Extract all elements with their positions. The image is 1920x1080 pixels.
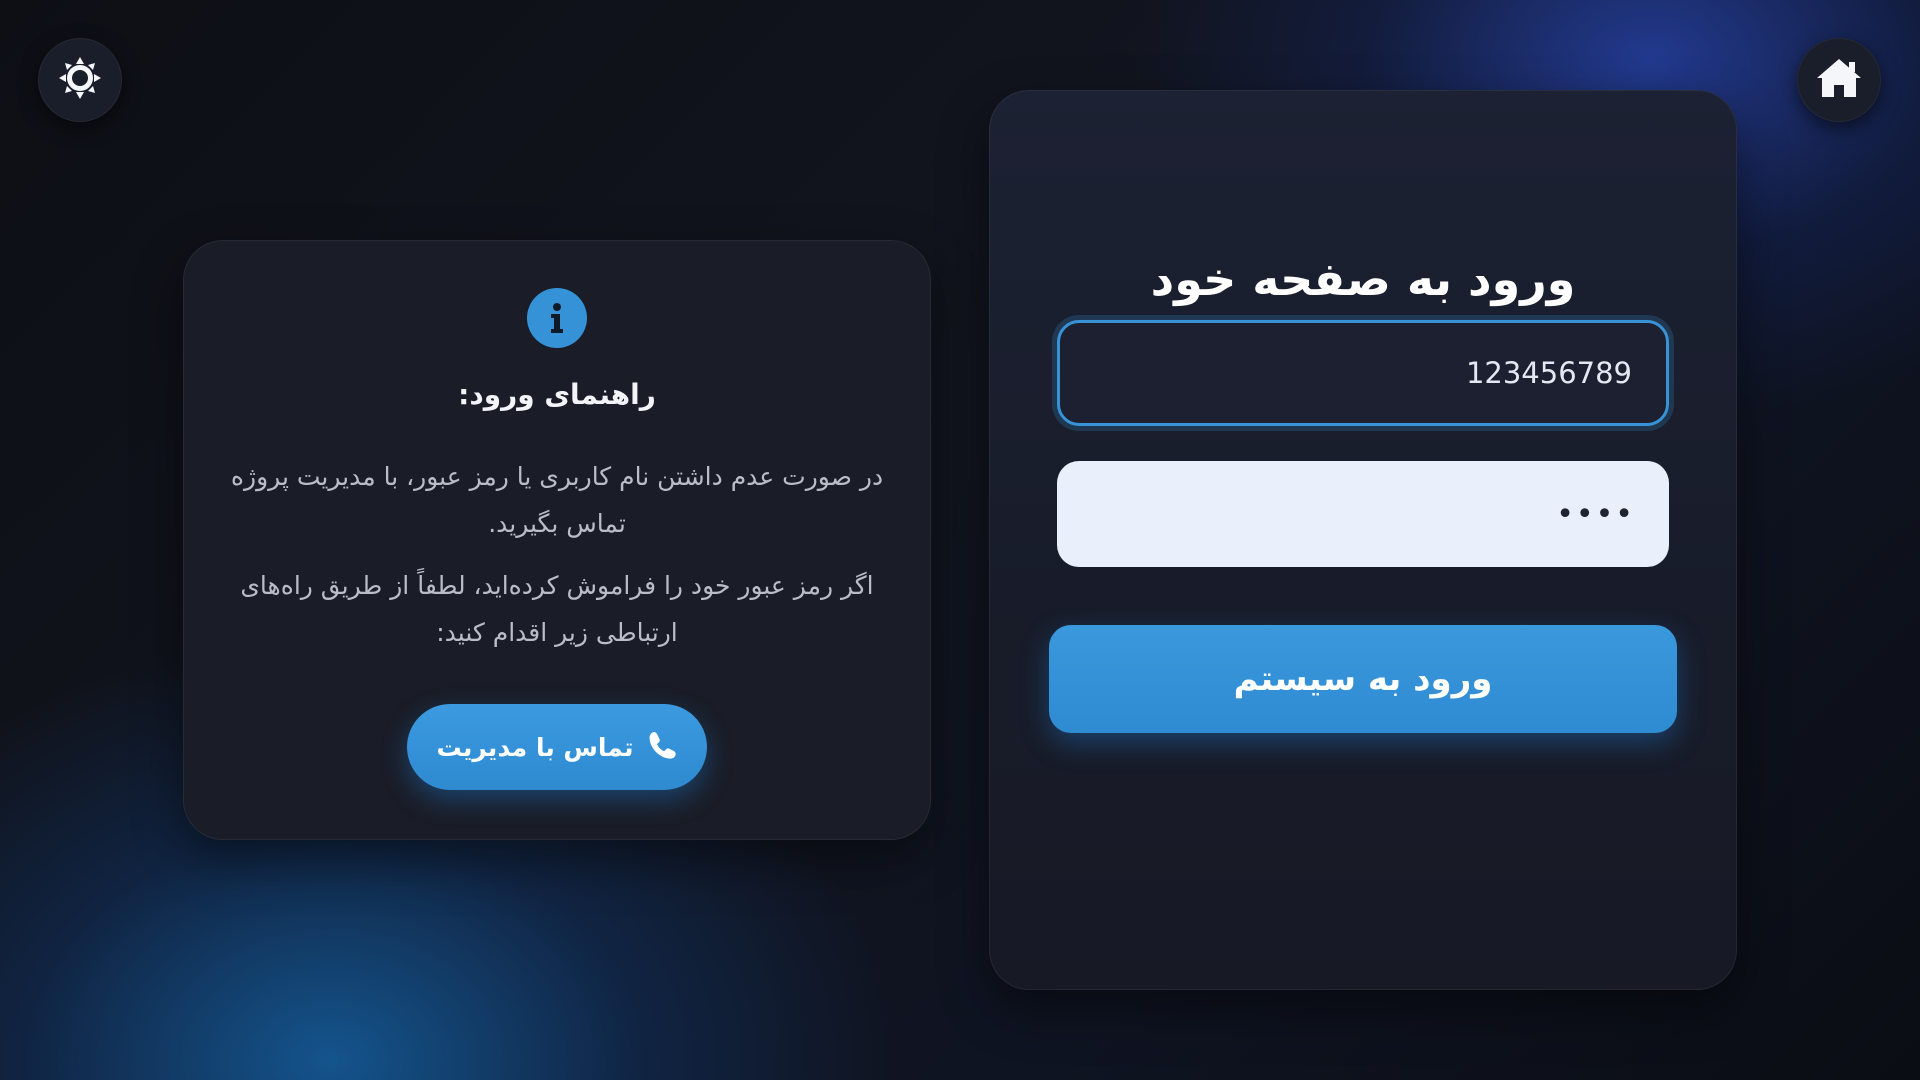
- password-input[interactable]: [1057, 461, 1669, 567]
- home-icon: [1815, 56, 1863, 104]
- help-paragraph-1: در صورت عدم داشتن نام کاربری یا رمز عبور…: [230, 462, 884, 538]
- contact-admin-label: تماس با مدیریت: [436, 732, 634, 762]
- help-paragraph-2: اگر رمز عبور خود را فراموش کرده‌اید، لطف…: [240, 571, 874, 647]
- info-icon: [527, 288, 587, 348]
- username-input[interactable]: [1057, 320, 1669, 426]
- theme-toggle-button[interactable]: [38, 38, 122, 122]
- help-heading: راهنمای ورود:: [458, 378, 656, 411]
- login-title: ورود به صفحه خود: [1150, 252, 1576, 306]
- sun-icon: [57, 55, 103, 105]
- home-button[interactable]: [1797, 38, 1881, 122]
- login-submit-button[interactable]: ورود به سیستم: [1049, 625, 1677, 733]
- login-help-card: راهنمای ورود: در صورت عدم داشتن نام کارب…: [183, 240, 931, 840]
- phone-icon: [647, 730, 677, 764]
- contact-admin-button[interactable]: تماس با مدیریت: [407, 704, 707, 790]
- login-card: ورود به صفحه خود ورود به سیستم: [989, 90, 1737, 990]
